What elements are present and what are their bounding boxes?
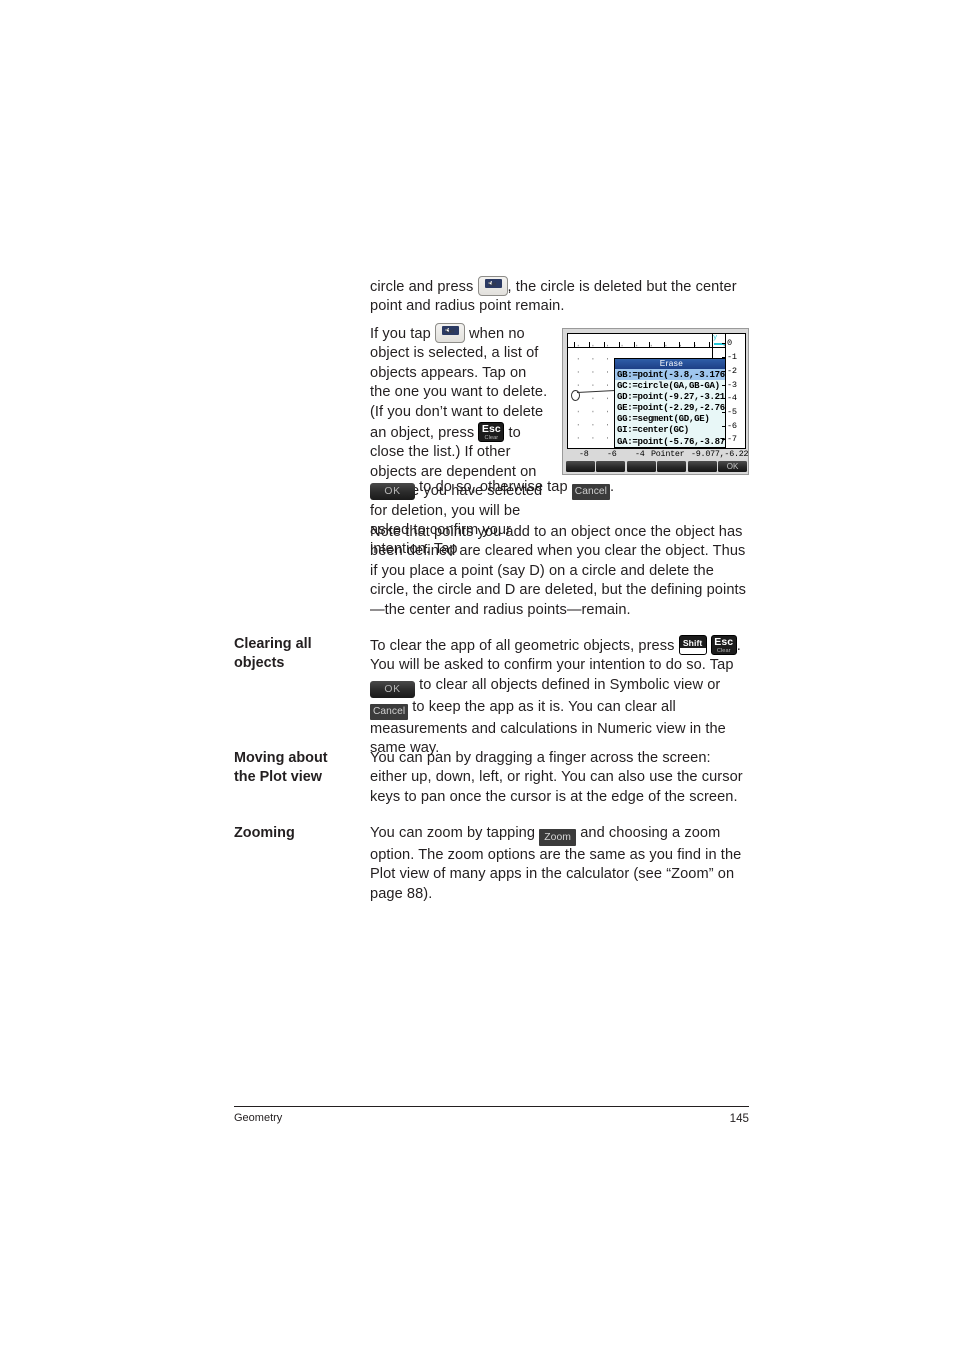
list-item[interactable]: GG:=segment(GD,GE) <box>615 413 728 424</box>
list-item[interactable]: GI:=center(GC) <box>615 424 728 435</box>
x-tick-label: -4 <box>635 449 645 459</box>
p2-confirm-text: to do so, otherwise tap <box>419 479 568 495</box>
ok-softkey-button[interactable]: OK <box>370 680 415 698</box>
y-tick-label: -3 <box>727 380 737 390</box>
paragraph-text: OK to do so, otherwise tap Cancel. <box>370 478 748 500</box>
softkey-ok[interactable]: OK <box>718 461 748 472</box>
paragraph-text: You can zoom by tapping Zoom and choosin… <box>370 824 748 904</box>
paragraph-dependent-points: Note that points you add to an object on… <box>370 523 748 620</box>
section-body-clearing-all-objects: To clear the app of all geometric object… <box>370 635 748 759</box>
del-key-icon: Del <box>434 323 465 343</box>
list-item[interactable]: GD:=point(-9.27,-3.217) <box>615 391 736 402</box>
section-body-zooming: You can zoom by tapping Zoom and choosin… <box>370 824 748 904</box>
p2-mid-text: when no object is selected, a list of ob… <box>370 326 548 442</box>
del-key-sublabel: Del <box>488 281 497 288</box>
del-key-sublabel: Del <box>445 328 454 335</box>
esc-key-sublabel: Clear <box>716 647 731 654</box>
y-axis-label: y <box>713 334 718 342</box>
footer-divider <box>234 1106 749 1107</box>
heading-line-1: Moving about <box>234 750 328 766</box>
y-tick-label: -4 <box>727 393 737 403</box>
softkey-4[interactable] <box>657 461 687 472</box>
paragraph-object-list-wide: OK to do so, otherwise tap Cancel. <box>370 478 748 500</box>
calculator-screen: y x Erase GB:=point(-3.8,-3.176) GC:=cir… <box>567 333 746 449</box>
shift-key-icon: Shift <box>678 635 707 655</box>
p1-lead-text: circle and press <box>370 279 474 295</box>
shift-key-label: Shift <box>682 637 703 648</box>
x-tick-label: -8 <box>579 449 589 459</box>
del-key-icon: Del <box>477 276 508 296</box>
y-tick-label: -2 <box>727 366 737 376</box>
paragraph-text: You can pan by dragging a finger across … <box>370 750 743 805</box>
heading-line-2: objects <box>234 655 285 672</box>
section-body-moving-about-plot-view: You can pan by dragging a finger across … <box>370 749 748 807</box>
paragraph-delete-circle: circle and press Del, the circle is dele… <box>370 276 748 317</box>
list-item[interactable]: GC:=circle(GA,GB-GA) <box>615 380 728 391</box>
x-axis-line <box>568 347 745 348</box>
esc-key-icon: Esc Clear <box>478 422 505 443</box>
ok-softkey-button[interactable]: OK <box>370 483 415 500</box>
erase-dialog[interactable]: Erase GB:=point(-3.8,-3.176) GC:=circle(… <box>614 358 736 448</box>
calculator-softkey-row[interactable]: OK <box>566 461 748 472</box>
section-heading-clearing-all-objects: Clearing all objects <box>234 635 366 674</box>
y-tick-label: 0 <box>727 338 732 348</box>
section-heading-zooming: Zooming <box>234 824 366 843</box>
calculator-status-bar: -8 -6 -4 Pointer -9.077,-6.228 <box>567 449 749 460</box>
cancel-softkey-button[interactable]: Cancel <box>571 484 610 500</box>
esc-key-sublabel: Clear <box>484 434 499 441</box>
p2-period: . <box>609 479 615 495</box>
heading-line-2: the Plot view <box>234 769 322 786</box>
esc-key-icon: Esc Clear <box>710 635 737 655</box>
heading-line-1: Clearing all <box>234 636 312 652</box>
softkey-1[interactable] <box>566 461 595 472</box>
erase-dialog-title: Erase <box>615 359 728 369</box>
p2-lead-text: If you tap <box>370 326 431 342</box>
section-heading-moving-about-plot-view: Moving about the Plot view <box>234 749 366 788</box>
footer-page-number: 145 <box>729 1112 749 1125</box>
y-tick-label: -5 <box>727 407 737 417</box>
pointer-label: Pointer <box>651 449 685 459</box>
cancel-softkey-button[interactable]: Cancel <box>370 703 409 720</box>
softkey-3[interactable] <box>626 461 656 472</box>
list-item[interactable]: GB:=point(-3.8,-3.176) <box>615 369 730 381</box>
zoom-softkey-button[interactable]: Zoom <box>539 829 577 846</box>
y-tick-label: -6 <box>727 421 737 431</box>
esc-key-label: Esc <box>714 636 734 648</box>
calculator-screenshot: y x Erase GB:=point(-3.8,-3.176) GC:=cir… <box>562 328 749 475</box>
paragraph-text: circle and press Del, the circle is dele… <box>370 276 748 317</box>
list-item[interactable]: GE:=point(-2.29,-2.767) <box>615 402 736 413</box>
clear-tail-text: to keep the app as it is. You can clear … <box>370 698 726 757</box>
pointer-coordinates: -9.077,-6.228 <box>691 449 749 459</box>
heading-line-1: Zooming <box>234 825 295 841</box>
manual-page: circle and press Del, the circle is dele… <box>0 0 954 1350</box>
clear-mid2-text: to clear all objects defined in Symbolic… <box>419 676 721 693</box>
zoom-lead-text: You can zoom by tapping <box>370 825 536 841</box>
esc-key-label: Esc <box>481 423 501 436</box>
y-axis-tick-labels: 0 -1 -2 -3 -4 -5 -6 -7 <box>722 334 745 448</box>
softkey-5[interactable] <box>687 461 717 472</box>
paragraph-text: To clear the app of all geometric object… <box>370 635 748 759</box>
softkey-2[interactable] <box>596 461 626 472</box>
y-tick-label: -1 <box>727 352 737 362</box>
erase-object-list[interactable]: GB:=point(-3.8,-3.176) GC:=circle(GA,GB-… <box>615 369 736 447</box>
clear-lead-text: To clear the app of all geometric object… <box>370 638 675 654</box>
x-tick-label: -6 <box>607 449 617 459</box>
y-tick-label: -7 <box>727 434 737 444</box>
list-item[interactable]: GA:=point(-5.76,-3.87) <box>615 436 730 447</box>
shift-key-strip <box>679 648 706 654</box>
paragraph-text: Note that points you add to an object on… <box>370 524 747 618</box>
